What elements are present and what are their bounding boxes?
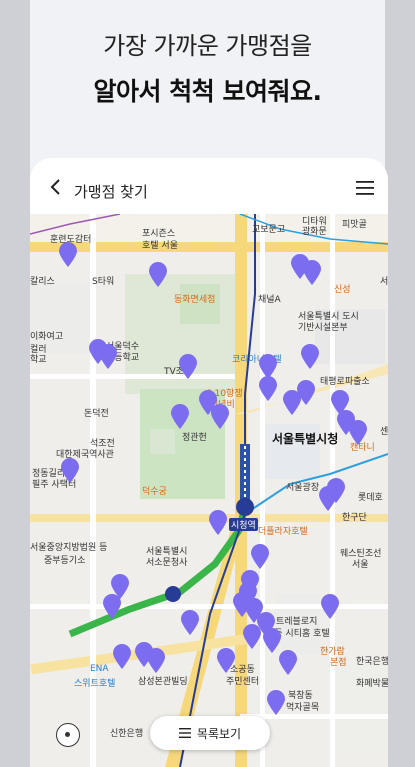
merchant-pin-icon[interactable]	[208, 510, 228, 536]
map-label: 스위트호텔	[74, 679, 116, 689]
map-label: ENA	[90, 664, 109, 674]
locate-dot	[65, 732, 70, 737]
map-label: 본점	[330, 658, 347, 668]
merchant-pin-icon[interactable]	[320, 594, 340, 620]
map-label: 먹자골목	[286, 703, 320, 713]
map-label: 학교	[30, 355, 47, 365]
merchant-pin-icon[interactable]	[98, 344, 118, 370]
merchant-pin-icon[interactable]	[210, 404, 230, 430]
map-label: 더플라자호텔	[258, 527, 308, 537]
map-label: 기반시설본부	[298, 323, 348, 333]
map-label: 화폐박물	[356, 679, 388, 689]
map-label: 한구단	[342, 513, 367, 523]
merchant-pin-icon[interactable]	[278, 650, 298, 676]
map-label: 태평로파출소	[320, 377, 370, 387]
merchant-pin-icon[interactable]	[296, 380, 316, 406]
merchant-pin-icon[interactable]	[146, 648, 166, 674]
map-label: 센	[380, 427, 388, 437]
frame-edge-left	[0, 0, 30, 767]
crosshair-icon[interactable]	[56, 723, 80, 747]
map-label: 피맛골	[342, 220, 367, 230]
merchant-pin-icon[interactable]	[112, 644, 132, 670]
merchant-pin-icon[interactable]	[58, 242, 78, 268]
page-title: 가맹점 찾기	[74, 183, 148, 201]
headline-line-2: 알아서 척척 보여줘요.	[93, 77, 322, 106]
map-label: 롯데호	[358, 493, 383, 503]
map-label: 주민센터	[226, 677, 260, 687]
hamburger-icon[interactable]	[356, 180, 374, 196]
map-label: 정관헌	[182, 433, 207, 443]
map-label: 서울	[352, 560, 369, 570]
map-label: 돈덕전	[84, 409, 109, 419]
merchant-pin-icon[interactable]	[302, 260, 322, 286]
list-view-label: 목록보기	[196, 726, 242, 741]
map-label: 서울중앙지방법원 등	[30, 543, 108, 553]
merchant-pin-icon[interactable]	[110, 574, 130, 600]
map-label: 디타워	[302, 217, 327, 227]
merchant-pin-icon[interactable]	[178, 354, 198, 380]
merchant-pin-icon[interactable]	[266, 690, 286, 716]
app-bar: 가맹점 찾기	[30, 158, 388, 214]
frame-edge-right	[385, 0, 415, 767]
phone-screen: 가맹점 찾기 훈련도감터 포시즌스 호텔 서울 교보문고 광화문 디타워 피맛골…	[30, 158, 388, 767]
map-label: 칼리스	[30, 277, 55, 287]
map-label: 서소문청사	[146, 558, 188, 568]
map-label: 서울광장	[286, 483, 320, 493]
chevron-left-icon[interactable]	[48, 178, 64, 196]
map-label: S타워	[92, 277, 115, 287]
map-label: 덕수궁	[142, 487, 167, 497]
map-label: 동화면세점	[174, 295, 216, 305]
map-label: 이화여고	[30, 332, 64, 342]
map-label: 교보문고	[252, 225, 286, 235]
map-label: 호텔 서울	[142, 241, 178, 251]
station-label: 시청역	[229, 518, 258, 531]
list-icon	[178, 728, 191, 738]
map-label: 신한은행	[110, 729, 144, 739]
merchant-pin-icon[interactable]	[348, 420, 368, 446]
map-label: 한국은행	[356, 657, 388, 667]
merchant-pin-icon[interactable]	[180, 610, 200, 636]
map-label: 서	[380, 277, 388, 287]
map-label: 채널A	[258, 295, 281, 305]
merchant-pin-icon[interactable]	[148, 262, 168, 288]
map-label: 중부등기소	[44, 556, 86, 566]
merchant-pin-icon[interactable]	[258, 376, 278, 402]
merchant-pin-icon[interactable]	[216, 648, 236, 674]
map-label: 서울특별시청	[272, 432, 339, 446]
merchant-pin-icon[interactable]	[60, 458, 80, 484]
map-view[interactable]: 훈련도감터 포시즌스 호텔 서울 교보문고 광화문 디타워 피맛골 S타워 동화…	[30, 214, 388, 767]
headline: 가장 가까운 가맹점을 알아서 척척 보여줘요.	[30, 0, 385, 160]
merchant-pin-icon[interactable]	[250, 544, 270, 570]
merchant-pin-icon[interactable]	[170, 404, 190, 430]
merchant-pin-icon[interactable]	[300, 344, 320, 370]
map-label: 신성	[334, 285, 351, 295]
list-view-button[interactable]: 목록보기	[150, 716, 270, 750]
headline-line-1: 가장 가까운 가맹점을	[103, 32, 312, 60]
map-label: 삼성본관빌딩	[138, 677, 188, 687]
merchant-pin-icon[interactable]	[242, 624, 262, 650]
merchant-pin-icon[interactable]	[318, 486, 338, 512]
